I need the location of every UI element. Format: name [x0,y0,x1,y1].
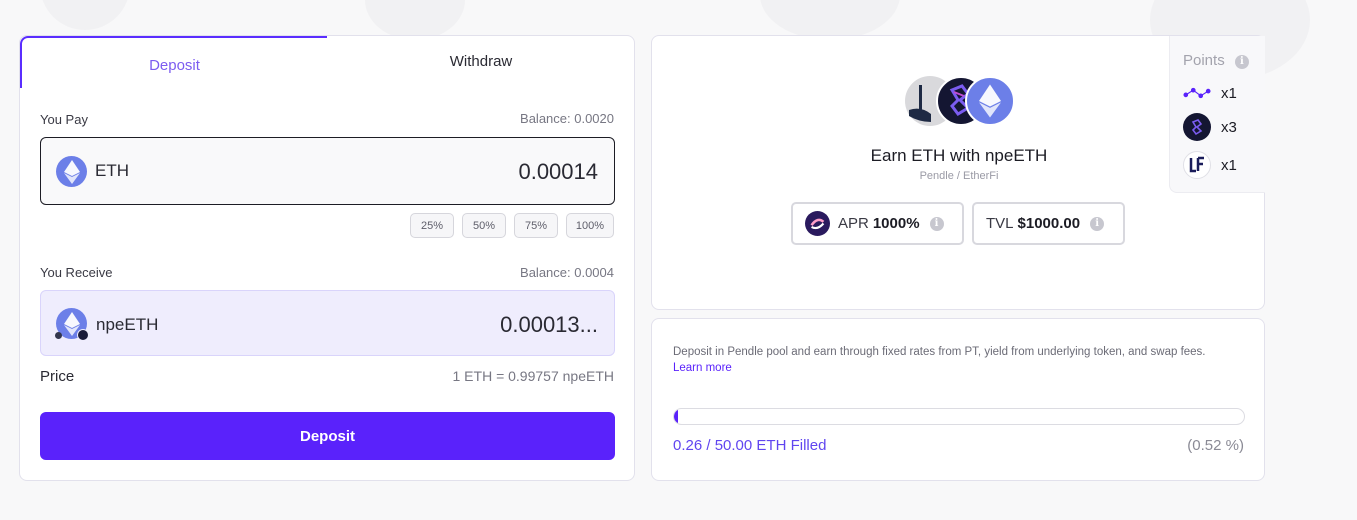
pendle-badge-icon [55,332,62,339]
points-info-icon[interactable]: i [1234,54,1249,69]
description-text: Deposit in Pendle pool and earn through … [673,346,1206,358]
apr-label: APR [838,215,869,232]
tab-deposit[interactable]: Deposit [20,36,327,88]
points-multiplier: x3 [1221,118,1237,136]
background-decoration [365,0,465,40]
points-panel: Points i x1 x3 x1 [1169,36,1265,193]
you-pay-label: You Pay [40,112,88,127]
vault-description: Deposit in Pendle pool and earn through … [673,344,1253,376]
receive-output-box: npeETH 0.00013... [40,290,615,356]
points-row: x1 [1183,151,1237,179]
apr-stat: APR 1000% i [791,202,964,245]
points-title: Points i [1183,52,1249,69]
points-title-text: Points [1183,52,1225,69]
receive-balance: Balance: 0.0004 [520,265,614,280]
points-row: x3 [1183,113,1237,141]
pay-input-box[interactable]: ETH 0.00014 [40,137,615,205]
info-card: Deposit in Pendle pool and earn through … [651,318,1265,481]
tvl-label: TVL [986,215,1014,232]
percent-75-button[interactable]: 75% [514,213,558,238]
eth-logo-icon [965,76,1015,126]
price-value: 1 ETH = 0.99757 npeETH [452,368,615,384]
apr-swirl-icon [805,211,830,236]
price-label: Price [40,368,75,385]
vault-logo-stack [905,76,1017,126]
tab-bar: Deposit Withdraw [20,36,634,88]
receive-token-symbol: npeETH [96,315,159,334]
apr-info-icon[interactable]: i [929,216,944,231]
filled-percent-text: (0.52 %) [1187,437,1244,454]
lf-logo-icon [1183,151,1211,179]
percent-25-button[interactable]: 25% [410,213,454,238]
background-decoration [40,0,130,30]
fill-progress-fill [674,409,678,424]
points-multiplier: x1 [1221,156,1237,174]
npeeth-icon [55,308,89,341]
etherfi-logo-icon [1183,113,1211,141]
tab-withdraw[interactable]: Withdraw [327,36,634,88]
npeeth-badge-icon [77,329,89,341]
points-multiplier: x1 [1221,84,1237,102]
tvl-stat: TVL $1000.00 i [972,202,1125,245]
tvl-value: $1000.00 [1017,215,1081,232]
pay-amount-input[interactable]: 0.00014 [518,159,598,185]
points-row: x1 [1183,79,1237,107]
dots-network-icon [1183,79,1211,107]
swap-card: Deposit Withdraw You Pay Balance: 0.0020… [19,35,635,481]
percent-100-button[interactable]: 100% [566,213,614,238]
deposit-button[interactable]: Deposit [40,412,615,460]
percent-50-button[interactable]: 50% [462,213,506,238]
receive-amount: 0.00013... [500,312,598,337]
eth-icon [56,156,87,187]
you-receive-label: You Receive [40,265,113,280]
tvl-info-icon[interactable]: i [1090,216,1105,231]
apr-value: 1000% [872,215,920,232]
vault-card: Earn ETH with npeETH Pendle / EtherFi AP… [651,35,1265,310]
learn-more-link[interactable]: Learn more [673,362,732,374]
percent-button-group: 25% 50% 75% 100% [410,213,614,238]
filled-amount-text: 0.26 / 50.00 ETH Filled [673,437,827,454]
background-decoration [760,0,900,40]
pay-balance: Balance: 0.0020 [520,111,614,126]
pay-token-symbol: ETH [95,161,129,180]
fill-progress-bar [673,408,1245,425]
